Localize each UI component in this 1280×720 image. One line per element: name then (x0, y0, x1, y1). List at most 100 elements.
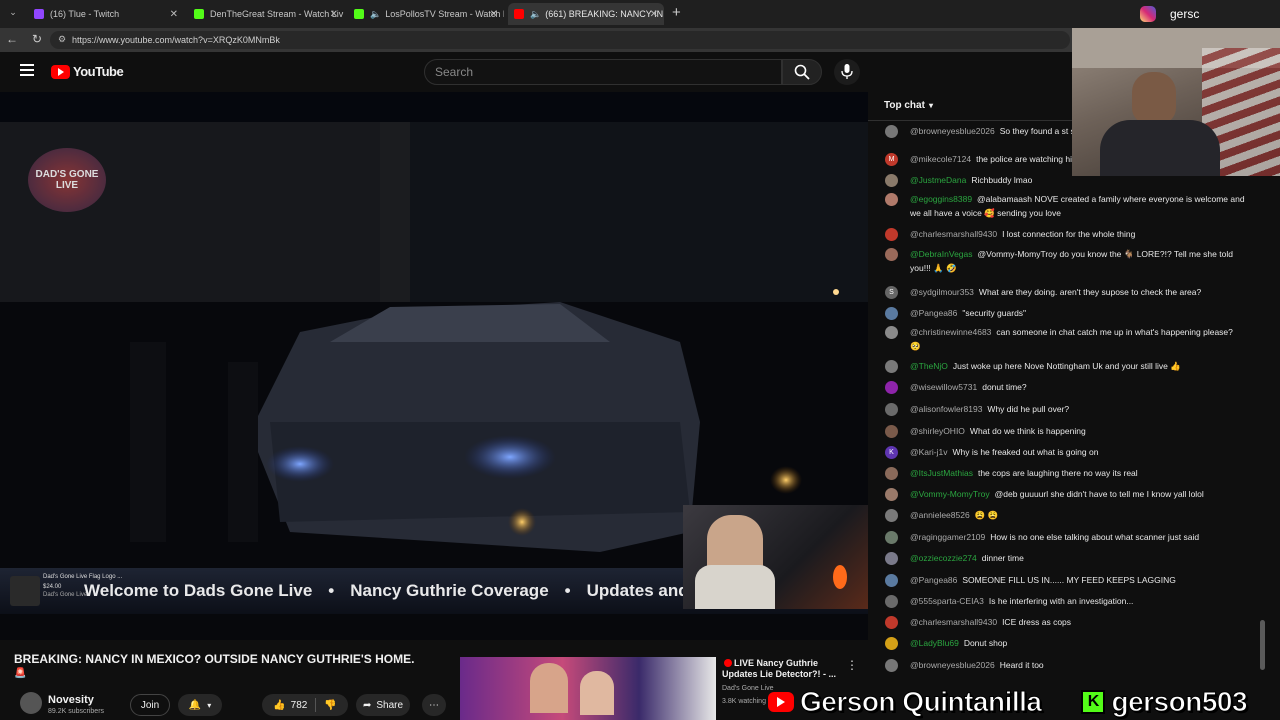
chat-username[interactable]: @ItsJustMathias (910, 468, 973, 478)
chat-username[interactable]: @raginggamer2109 (910, 532, 985, 542)
chat-username[interactable]: @JustmeDana (910, 175, 966, 185)
chat-avatar[interactable] (885, 326, 898, 339)
chat-avatar[interactable] (885, 616, 898, 629)
chat-username[interactable]: @ozziecozzie274 (910, 553, 977, 563)
chat-avatar[interactable] (885, 360, 898, 373)
chat-username[interactable]: @555sparta-CEIA3 (910, 596, 984, 606)
youtube-logo[interactable]: YouTube (51, 64, 124, 79)
chat-username[interactable]: @charlesmarshall9430 (910, 617, 997, 627)
channel-watermark: DAD'S GONE LIVE (28, 148, 106, 212)
webcam-person-head (1132, 72, 1176, 124)
chat-avatar[interactable] (885, 531, 898, 544)
chat-avatar[interactable] (885, 509, 898, 522)
close-icon[interactable]: ✕ (170, 9, 178, 20)
dislike-button[interactable]: 👎 (324, 700, 336, 711)
youtube-logo-text: YouTube (73, 64, 124, 79)
more-vertical-icon[interactable]: ⋮ (846, 658, 858, 672)
close-icon[interactable]: ✕ (650, 9, 658, 20)
share-button[interactable]: ➦ Share (356, 694, 410, 716)
chat-avatar[interactable] (885, 125, 898, 138)
chat-username[interactable]: @Vommy-MomyTroy (910, 489, 990, 499)
chat-text: ICE dress as cops (1002, 617, 1072, 627)
chat-avatar[interactable] (885, 193, 898, 206)
chat-username[interactable]: @Kari-j1v (910, 447, 947, 457)
more-actions-button[interactable]: ⋯ (422, 694, 446, 716)
chat-username[interactable]: @Pangea86 (910, 575, 957, 585)
chat-avatar[interactable] (885, 574, 898, 587)
chat-avatar[interactable]: M (885, 153, 898, 166)
chat-username[interactable]: @christinewinne4683 (910, 327, 991, 337)
tab-title: DenTheGreat Stream - Watch Liv (210, 9, 344, 19)
chat-avatar[interactable] (885, 467, 898, 480)
url-field[interactable]: ⚙ https://www.youtube.com/watch?v=XRQzK0… (50, 31, 1070, 49)
speaker-icon[interactable]: 🔈 (370, 9, 381, 20)
video-player[interactable]: DAD'S GONE LIVE Dad's Gone Live Flag Log… (0, 92, 868, 640)
ticker-logo: Dad's Gone Live Flag Logo ... $24.00 Dad… (10, 574, 122, 608)
streamer-cam-overlay (683, 505, 868, 609)
back-icon[interactable]: ← (6, 32, 18, 46)
chat-text: How is no one else talking about what sc… (990, 532, 1200, 542)
ticker-item: Welcome to Dads Gone Live (84, 581, 313, 600)
video-info: BREAKING: NANCY IN MEXICO? OUTSIDE NANCY… (0, 640, 868, 720)
chat-avatar[interactable] (885, 248, 898, 261)
chat-avatar[interactable] (885, 425, 898, 438)
recommended-thumbnail[interactable] (460, 657, 716, 720)
youtube-icon (514, 9, 524, 19)
browser-tab-active[interactable]: 🔈 (661) BREAKING: NANCY IN ✕ (508, 3, 664, 25)
chat-mode-dropdown[interactable]: Top chat ▾ (884, 100, 933, 111)
chat-username[interactable]: @egoggins8389 (910, 194, 972, 204)
chat-avatar[interactable] (885, 403, 898, 416)
channel-name[interactable]: Novesity (48, 694, 94, 706)
chat-username[interactable]: @browneyesblue2026 (910, 660, 995, 670)
kick-channel-name: gerson503 (1111, 685, 1248, 717)
chat-avatar[interactable] (885, 381, 898, 394)
chat-username[interactable]: @LadyBlu69 (910, 638, 959, 648)
chat-avatar[interactable]: K (885, 446, 898, 459)
chat-username[interactable]: @alisonfowler8193 (910, 404, 982, 414)
browser-tab[interactable]: 🔈 LosPollosTV Stream - Watch L ✕ (348, 3, 504, 25)
chat-avatar[interactable] (885, 228, 898, 241)
chat-text: donut time? (982, 382, 1027, 392)
chat-username[interactable]: @TheNjO (910, 361, 948, 371)
chat-avatar[interactable] (885, 174, 898, 187)
chat-avatar[interactable] (885, 488, 898, 501)
browser-tab[interactable]: (16) Tlue - Twitch ✕ (28, 3, 184, 25)
chat-username[interactable]: @mikecole7124 (910, 154, 971, 164)
reload-icon[interactable]: ↻ (32, 32, 42, 46)
join-button[interactable]: Join (130, 694, 170, 716)
chat-username[interactable]: @shirleyOHIO (910, 426, 965, 436)
chat-username[interactable]: @charlesmarshall9430 (910, 229, 997, 239)
chat-username[interactable]: @sydgilmour353 (910, 287, 974, 297)
kick-icon (354, 9, 364, 19)
site-info-icon[interactable]: ⚙ (58, 34, 66, 45)
chat-username[interactable]: @annielee8526 (910, 510, 970, 520)
chat-username[interactable]: @DebraInVegas (910, 249, 973, 259)
search-input[interactable]: Search (424, 59, 782, 85)
chat-avatar[interactable] (885, 659, 898, 672)
close-icon[interactable]: ✕ (490, 9, 498, 20)
chat-avatar[interactable]: S (885, 286, 898, 299)
recommended-title[interactable]: LIVE Nancy Guthrie Updates Lie Detector?… (722, 658, 838, 680)
search-button[interactable] (782, 59, 822, 85)
tab-search-icon[interactable]: ⌄ (6, 7, 20, 21)
chat-text: "security guards" (962, 308, 1027, 318)
chat-avatar[interactable] (885, 307, 898, 320)
menu-icon[interactable] (20, 64, 34, 76)
chat-avatar[interactable] (885, 595, 898, 608)
chat-username[interactable]: @wisewillow5731 (910, 382, 977, 392)
notifications-button[interactable]: 🔔 ▾ (178, 694, 222, 716)
voice-search-button[interactable] (834, 59, 860, 85)
close-icon[interactable]: ✕ (330, 9, 338, 20)
like-button[interactable]: 👍 782 (273, 700, 307, 711)
chat-username[interactable]: @Pangea86 (910, 308, 957, 318)
live-chat: Top chat ▾ @browneyesblue2026 So they fou… (868, 92, 1280, 680)
speaker-icon[interactable]: 🔈 (530, 9, 541, 20)
chat-avatar[interactable] (885, 637, 898, 650)
new-tab-button[interactable]: + (672, 4, 681, 21)
webcam-person-body (1100, 120, 1220, 176)
chat-scrollbar[interactable] (1260, 152, 1266, 672)
chat-avatar[interactable] (885, 552, 898, 565)
browser-tab[interactable]: DenTheGreat Stream - Watch Liv ✕ (188, 3, 344, 25)
channel-avatar[interactable] (20, 692, 42, 714)
chat-username[interactable]: @browneyesblue2026 (910, 126, 995, 136)
